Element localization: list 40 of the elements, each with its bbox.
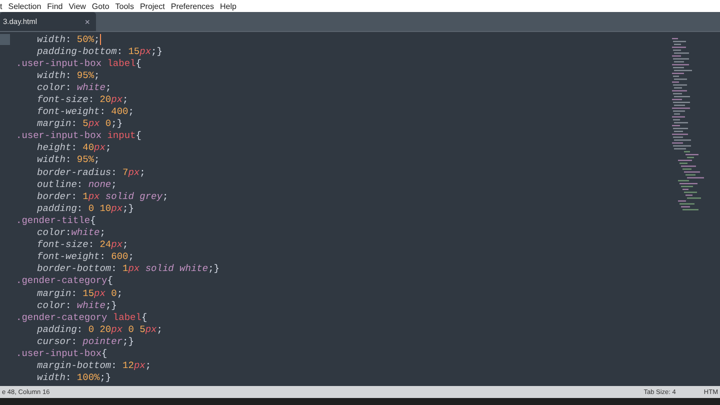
- code-line: border-radius: 7px;: [37, 166, 146, 178]
- code-line: margin: 15px 0;: [37, 288, 123, 299]
- code-line: .gender-category{: [16, 275, 113, 286]
- code-line: color: white;}: [37, 300, 117, 311]
- code-line: width: 50%;: [37, 34, 100, 45]
- menu-item[interactable]: Tools: [115, 2, 134, 10]
- code-line: border-bottom: 1px solid white;}: [37, 263, 220, 274]
- menu-item[interactable]: t: [0, 2, 2, 10]
- code-line: padding: 0 20px 0 5px;: [37, 324, 162, 335]
- close-icon[interactable]: ×: [84, 16, 90, 26]
- menu-item[interactable]: Selection: [8, 2, 42, 10]
- code-line: outline: none;: [37, 178, 117, 190]
- code-line: .user-input-box input{: [16, 130, 142, 142]
- code-line: width: 95%;: [37, 70, 100, 81]
- menu-item[interactable]: Help: [220, 2, 236, 10]
- code-line: border: 1px solid grey;: [37, 190, 168, 202]
- menu-item[interactable]: Goto: [92, 2, 110, 10]
- code-line: padding-bottom: 15px;}: [37, 46, 162, 57]
- code-line: margin-bottom: 12px;: [37, 360, 152, 372]
- code-line: font-size: 20px;: [37, 94, 128, 106]
- code-line: width: 95%;: [37, 154, 100, 166]
- code-line: color:white;: [37, 227, 106, 238]
- text-cursor: [100, 34, 101, 45]
- code-line: width: 100%;}: [37, 372, 112, 384]
- code-line: .gender-category label{: [16, 312, 148, 323]
- code-line: font-size: 24px;: [37, 239, 128, 250]
- code-line: padding: 0 10px;}: [37, 202, 134, 214]
- menu-item[interactable]: Find: [47, 2, 63, 10]
- code-line: color: white;: [37, 82, 112, 93]
- code-line: .user-input-box{: [16, 348, 108, 359]
- menu-item[interactable]: Project: [140, 2, 165, 10]
- code-line: .gender-title{: [16, 214, 96, 226]
- menu-item[interactable]: View: [68, 2, 86, 10]
- code-line: font-weight: 400;: [37, 106, 134, 118]
- code-line: cursor: pointer;}: [37, 336, 134, 347]
- code-line: height: 40px;: [37, 142, 112, 154]
- menu-item[interactable]: Preferences: [170, 2, 214, 10]
- code-line: .user-input-box label{: [16, 58, 142, 69]
- code-line: margin: 5px 0;}: [37, 118, 123, 130]
- code-line: font-weight: 600;: [37, 251, 134, 262]
